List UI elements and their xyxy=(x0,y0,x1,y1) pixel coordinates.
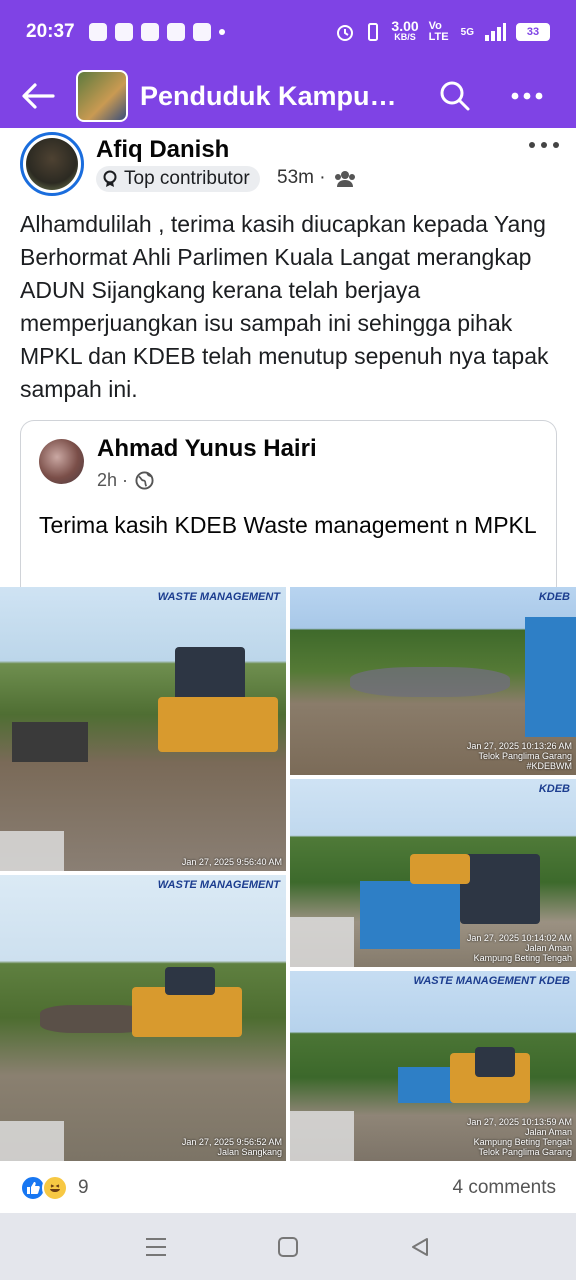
tiktok-icon xyxy=(192,23,211,41)
group-icon xyxy=(334,171,355,187)
photo-logo: KDEB xyxy=(538,783,570,795)
map-thumbnail xyxy=(0,1121,64,1161)
photo-timestamp: Jan 27, 2025 10:14:02 AM Jalan Aman Kamp… xyxy=(466,933,572,963)
group-app-bar: Penduduk Kampung... xyxy=(0,64,576,128)
map-thumbnail xyxy=(290,1111,354,1161)
reaction-icons[interactable] xyxy=(20,1175,68,1201)
badge-icon xyxy=(103,170,117,187)
post-header: Afiq Danish Top contributor 53m · xyxy=(0,128,576,198)
notification-icons xyxy=(88,23,225,41)
status-bar: 20:37 3.00 KB/S Vo LTE 5G 33 xyxy=(0,0,576,64)
post-time[interactable]: 53m · xyxy=(277,167,326,189)
map-thumbnail xyxy=(290,917,354,967)
group-title[interactable]: Penduduk Kampung... xyxy=(140,81,410,112)
post-photo[interactable]: KDEB Jan 27, 2025 10:13:26 AM Telok Pang… xyxy=(290,587,576,775)
shared-post-time[interactable]: 2h · xyxy=(97,470,128,491)
home-icon xyxy=(278,1236,298,1257)
more-options-icon xyxy=(511,92,543,100)
back-arrow-icon xyxy=(22,83,55,109)
shared-post-author[interactable]: Ahmad Yunus Hairi xyxy=(97,435,317,463)
reactions-bar: 9 4 comments xyxy=(0,1163,576,1213)
search-icon xyxy=(440,81,470,111)
photo-timestamp: Jan 27, 2025 10:13:59 AM Jalan Aman Kamp… xyxy=(466,1117,572,1157)
search-button[interactable] xyxy=(426,64,484,128)
haha-reaction-icon xyxy=(42,1175,68,1201)
nav-back-button[interactable] xyxy=(400,1227,440,1267)
shared-post-card[interactable]: Ahmad Yunus Hairi 2h · Terima kasih KDEB… xyxy=(20,420,557,595)
photo-timestamp: Jan 27, 2025 9:56:52 AM Jalan Sangkang xyxy=(181,1137,282,1157)
battery-indicator: 33 xyxy=(516,23,550,41)
more-options-button[interactable] xyxy=(498,64,556,128)
photo-logo: WASTE MANAGEMENT xyxy=(157,879,280,891)
post-photo[interactable]: WASTE MANAGEMENT KDEB Jan 27, 2025 10:13… xyxy=(290,971,576,1161)
youtube-icon xyxy=(140,23,159,41)
shared-author-avatar[interactable] xyxy=(39,439,84,484)
recent-apps-button[interactable] xyxy=(136,1227,176,1267)
app-icon xyxy=(114,23,133,41)
photo-timestamp: Jan 27, 2025 10:13:26 AM Telok Panglima … xyxy=(466,741,572,771)
group-thumbnail[interactable] xyxy=(76,70,128,122)
back-button[interactable] xyxy=(0,64,76,128)
author-avatar[interactable] xyxy=(20,132,84,196)
post-photo[interactable]: WASTE MANAGEMENT Jan 27, 2025 9:56:40 AM xyxy=(0,587,286,871)
reaction-count[interactable]: 9 xyxy=(78,1177,89,1199)
photo-logo: WASTE MANAGEMENT KDEB xyxy=(413,975,570,987)
shared-post-meta: 2h · xyxy=(97,470,154,491)
map-thumbnail xyxy=(0,831,64,871)
alarm-icon xyxy=(337,25,354,41)
photo-timestamp: Jan 27, 2025 9:56:40 AM xyxy=(181,857,282,867)
nav-back-icon xyxy=(412,1237,428,1256)
network-type: 5G xyxy=(460,26,474,38)
top-contributor-badge[interactable]: Top contributor xyxy=(96,166,260,192)
post-author[interactable]: Afiq Danish xyxy=(96,136,229,164)
network-speed: 3.00 KB/S xyxy=(391,18,419,42)
volte-label: Vo LTE xyxy=(428,20,449,43)
whatsapp-icon xyxy=(88,23,107,41)
system-nav-bar xyxy=(0,1213,576,1280)
signal-icon xyxy=(485,23,506,41)
badge-label: Top contributor xyxy=(124,168,250,189)
home-button[interactable] xyxy=(268,1227,308,1267)
comments-count[interactable]: 4 comments xyxy=(453,1177,556,1199)
more-horizontal-icon xyxy=(529,142,559,148)
post-text: Alhamdulilah , terima kasih diucapkan ke… xyxy=(20,211,549,402)
post-photo[interactable]: WASTE MANAGEMENT Jan 27, 2025 9:56:52 AM… xyxy=(0,875,286,1161)
youtube-icon xyxy=(166,23,185,41)
vibrate-icon xyxy=(368,23,379,41)
post-photo[interactable]: KDEB Jan 27, 2025 10:14:02 AM Jalan Aman… xyxy=(290,779,576,967)
photo-logo: WASTE MANAGEMENT xyxy=(157,591,280,603)
globe-icon xyxy=(135,471,154,490)
photo-logo: KDEB xyxy=(538,591,570,603)
more-notifications-dot xyxy=(218,29,225,35)
post-meta: 53m · xyxy=(277,167,356,189)
status-time: 20:37 xyxy=(26,21,75,42)
post-more-button[interactable] xyxy=(526,132,562,158)
recent-apps-icon xyxy=(146,1237,166,1256)
shared-post-text: Terima kasih KDEB Waste management n MPK… xyxy=(39,512,537,538)
